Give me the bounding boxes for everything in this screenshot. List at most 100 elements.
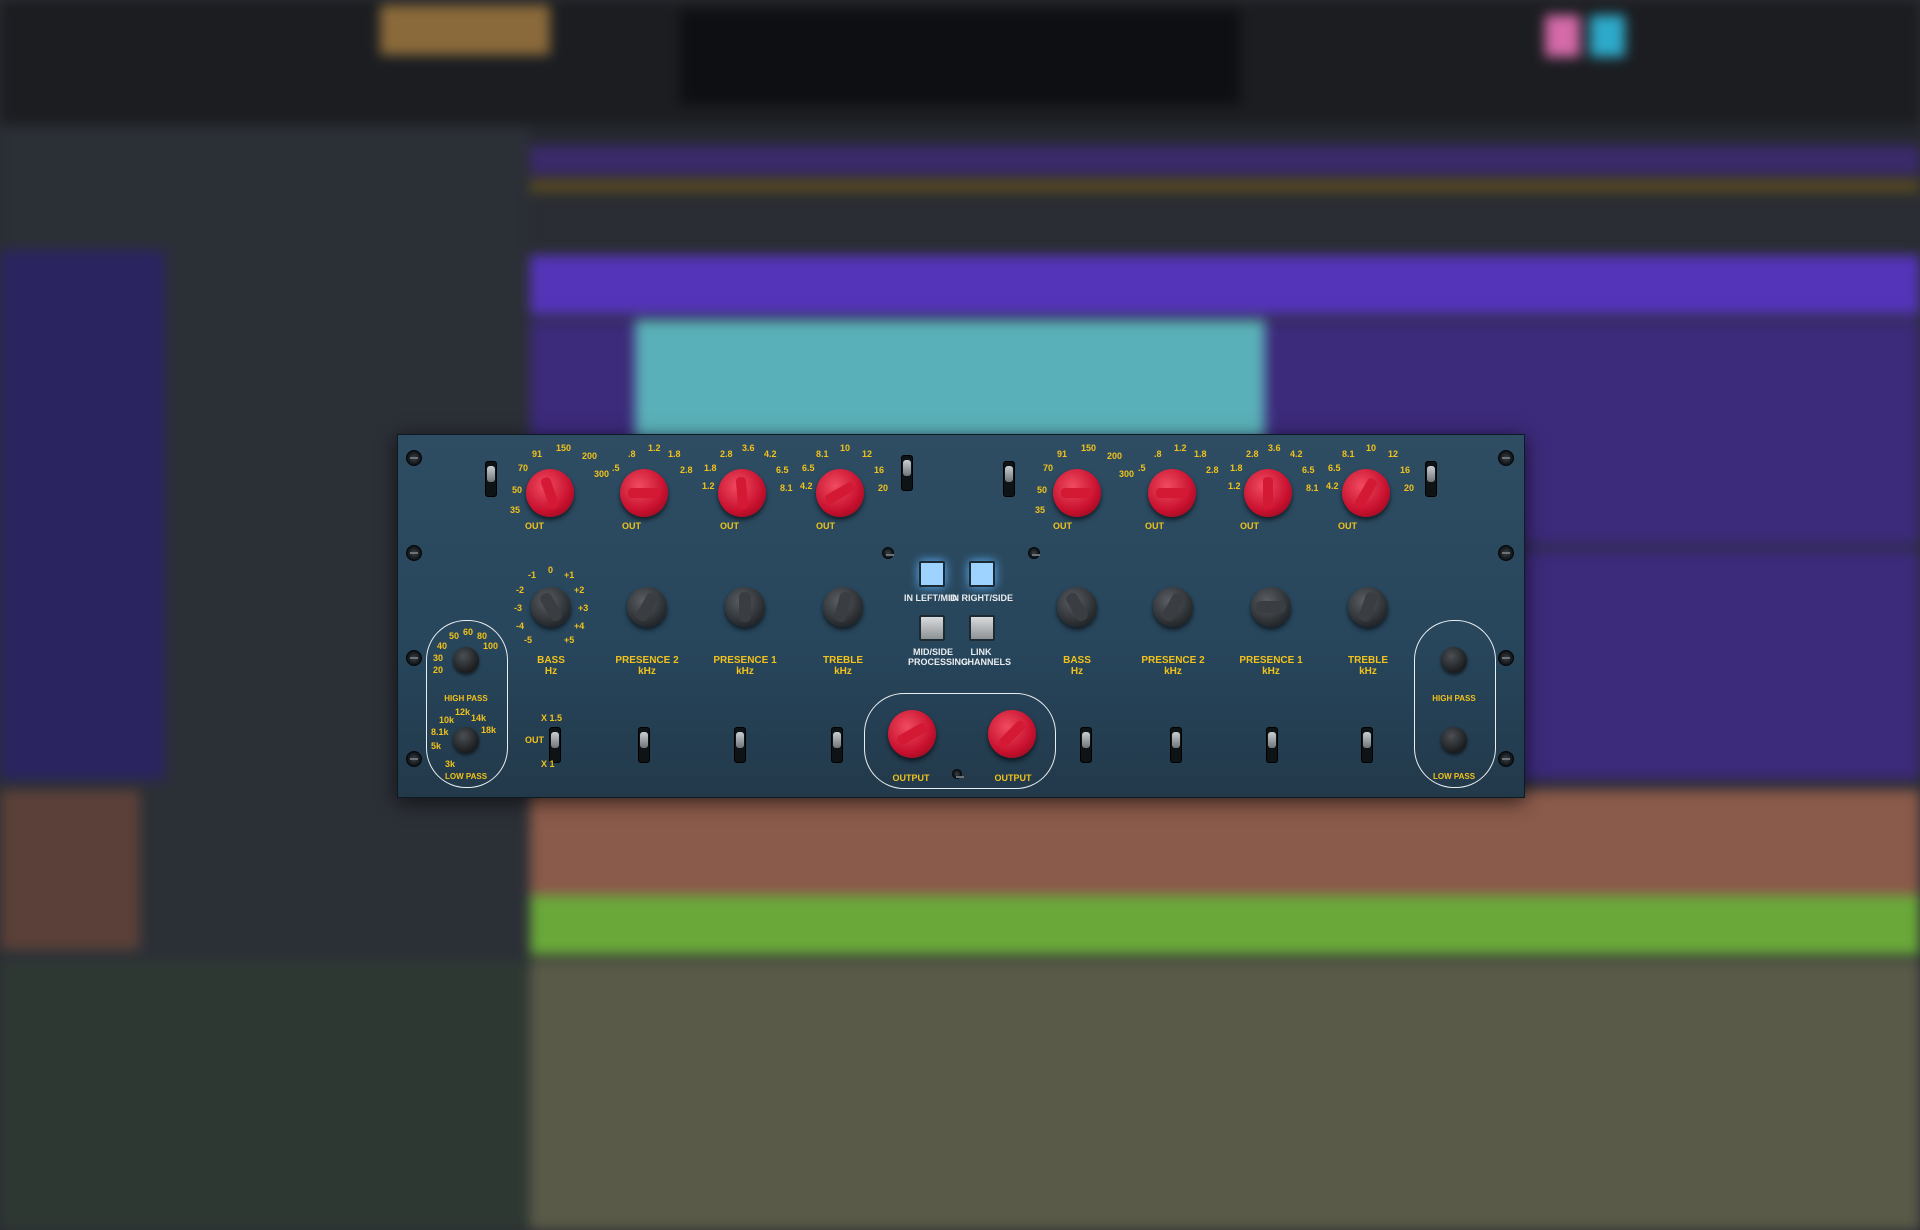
right-high-pass-knob[interactable] xyxy=(1441,647,1467,673)
scale-tick: 8.1 xyxy=(816,449,829,459)
screw-icon xyxy=(1498,450,1514,466)
left-presence1-freq-knob[interactable] xyxy=(718,469,766,517)
left-treble-gain-knob[interactable] xyxy=(823,587,863,627)
left-presence1-label: PRESENCE 1 kHz xyxy=(710,655,780,677)
right-bass-gain-knob[interactable] xyxy=(1057,587,1097,627)
right-presence2-q-toggle[interactable] xyxy=(1170,727,1182,763)
left-lp-scale: 3k 5k 8.1k 10k 12k 14k 18k xyxy=(431,705,511,769)
scale-tick: 1.2 xyxy=(1228,481,1241,491)
scale-tick: 1.2 xyxy=(648,443,661,453)
scale-tick: 18k xyxy=(481,725,497,735)
right-eq-shelf-toggle[interactable] xyxy=(1425,461,1437,497)
scale-tick: 150 xyxy=(556,443,572,453)
right-presence1-q-toggle[interactable] xyxy=(1266,727,1278,763)
right-presence2-gain-knob[interactable] xyxy=(1153,587,1193,627)
scale-tick: 1.2 xyxy=(1174,443,1187,453)
right-presence1-freq-knob[interactable] xyxy=(1244,469,1292,517)
scale-tick: 6.5 xyxy=(776,465,789,475)
scale-tick: 8.1 xyxy=(1306,483,1319,493)
gold-line xyxy=(530,180,1920,192)
screw-icon xyxy=(952,769,964,779)
scale-tick: 60 xyxy=(463,627,474,637)
scale-tick: 1.8 xyxy=(1230,463,1243,473)
right-treble-gain-knob[interactable] xyxy=(1348,587,1388,627)
in-left-mid-led-button[interactable] xyxy=(919,561,945,587)
left-eq-shelf-toggle[interactable] xyxy=(901,455,913,491)
left-output-knob[interactable] xyxy=(888,710,936,758)
right-bass-freq-knob[interactable] xyxy=(1053,469,1101,517)
left-eq-bypass-toggle[interactable] xyxy=(485,461,497,497)
right-treble-freq-knob[interactable] xyxy=(1342,469,1390,517)
highlight-block xyxy=(380,5,550,55)
left-presence2-freq-knob[interactable] xyxy=(620,469,668,517)
right-eq-bypass-toggle[interactable] xyxy=(1003,461,1015,497)
right-output-knob[interactable] xyxy=(988,710,1036,758)
band-name: PRESENCE 2 xyxy=(1141,655,1205,666)
left-bass-q-toggle[interactable] xyxy=(549,727,561,763)
gain-scale-m4: -4 xyxy=(516,621,525,631)
scale-tick: 4.2 xyxy=(764,449,777,459)
scale-tick: 12 xyxy=(1388,449,1399,459)
right-low-pass-knob[interactable] xyxy=(1441,727,1467,753)
gain-scale-m2: -2 xyxy=(516,585,525,595)
left-presence1-q-toggle[interactable] xyxy=(734,727,746,763)
scale-tick: 10k xyxy=(439,715,455,725)
in-right-side-led-button[interactable] xyxy=(969,561,995,587)
out-label: OUT xyxy=(525,521,544,531)
screw-icon xyxy=(406,650,422,666)
gain-scale-m1: -1 xyxy=(528,570,537,580)
gain-scale-p2: +2 xyxy=(574,585,585,595)
brown-track xyxy=(530,790,1920,895)
left-bass-freq-knob[interactable] xyxy=(526,469,574,517)
scale-tick: 50 xyxy=(1037,485,1048,495)
scale-tick: 50 xyxy=(512,485,523,495)
right-treble-q-toggle[interactable] xyxy=(1361,727,1373,763)
right-low-pass-label: LOW PASS xyxy=(1432,772,1476,781)
band-name: TREBLE xyxy=(823,655,863,666)
band-unit: kHz xyxy=(736,666,754,677)
green-clip xyxy=(530,895,1920,955)
gain-scale-top: 0 xyxy=(548,565,554,575)
screw-icon xyxy=(406,545,422,561)
scale-tick: 12 xyxy=(862,449,873,459)
scale-tick: 6.5 xyxy=(1302,465,1315,475)
left-presence2-q-toggle[interactable] xyxy=(638,727,650,763)
scale-tick: 20 xyxy=(1404,483,1415,493)
link-channels-button[interactable] xyxy=(969,615,995,641)
out-label: OUT xyxy=(1338,521,1357,531)
scale-tick: 5k xyxy=(431,741,442,751)
scale-tick: .5 xyxy=(1138,463,1146,473)
gain-scale-m3: -3 xyxy=(514,603,523,613)
right-presence1-gain-knob[interactable] xyxy=(1251,587,1291,627)
out-label: OUT xyxy=(816,521,835,531)
scale-tick: 1.8 xyxy=(668,449,681,459)
left-bass-gain-knob[interactable] xyxy=(531,587,571,627)
mid-side-processing-button[interactable] xyxy=(919,615,945,641)
left-treble-q-toggle[interactable] xyxy=(831,727,843,763)
left-presence2-gain-knob[interactable] xyxy=(627,587,667,627)
left-bass-label: BASS Hz xyxy=(516,655,586,677)
left-hp-scale: 20 30 40 50 60 80 100 xyxy=(431,627,511,687)
screw-icon xyxy=(406,751,422,767)
teal-clip xyxy=(635,320,1265,440)
ruler xyxy=(530,125,1920,145)
scale-tick: 30 xyxy=(433,653,444,663)
band-unit: kHz xyxy=(1359,666,1377,677)
right-presence2-freq-knob[interactable] xyxy=(1148,469,1196,517)
screw-icon xyxy=(406,450,422,466)
scale-tick: 35 xyxy=(510,505,521,515)
link-channels-label: LINK CHANNELS xyxy=(961,647,1012,667)
brown-header xyxy=(0,790,140,950)
purple-lane-1 xyxy=(530,145,1920,175)
scale-tick: .8 xyxy=(1154,449,1162,459)
screw-icon xyxy=(1498,545,1514,561)
left-presence1-gain-knob[interactable] xyxy=(725,587,765,627)
band-name: PRESENCE 1 xyxy=(1239,655,1303,666)
scale-tick: 6.5 xyxy=(802,463,815,473)
scale-tick: 200 xyxy=(1107,451,1123,461)
band-unit: kHz xyxy=(1164,666,1182,677)
scale-tick: 3.6 xyxy=(742,443,755,453)
left-presence2-label: PRESENCE 2 kHz xyxy=(612,655,682,677)
right-bass-q-toggle[interactable] xyxy=(1080,727,1092,763)
left-treble-freq-knob[interactable] xyxy=(816,469,864,517)
